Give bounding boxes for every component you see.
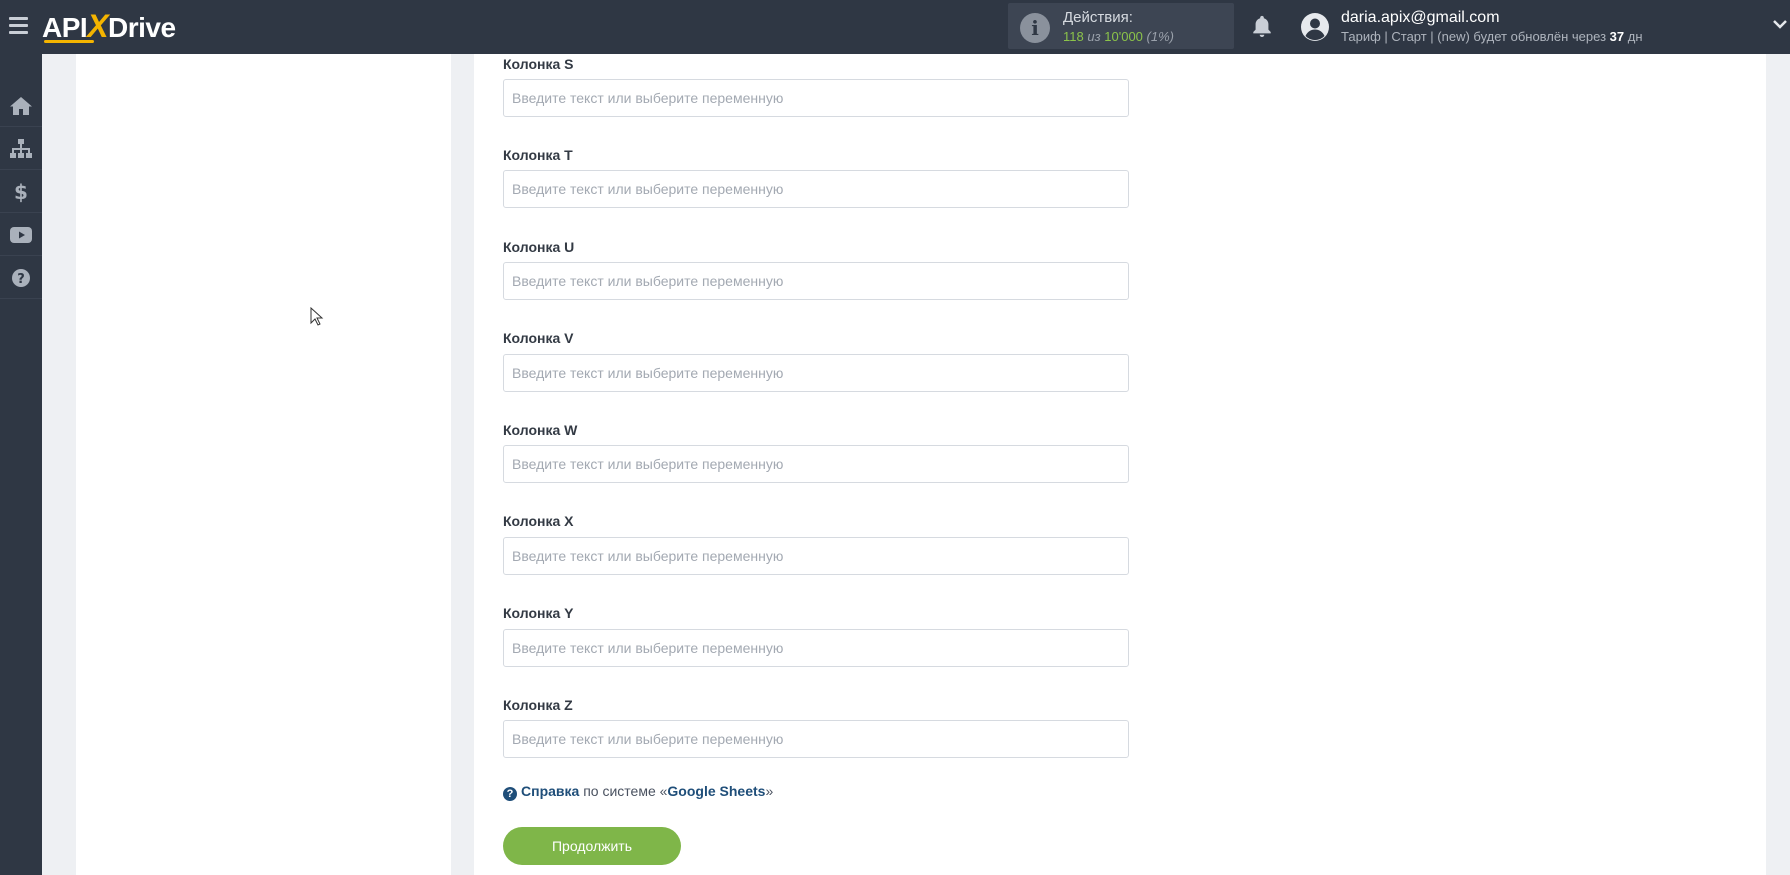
column-t-input[interactable] (503, 170, 1129, 208)
rail-billing[interactable]: $ (0, 172, 42, 213)
column-v-input[interactable] (503, 354, 1129, 392)
field-label-v: Колонка V (503, 330, 574, 346)
dollar-icon: $ (14, 181, 28, 203)
user-avatar-icon[interactable] (1300, 12, 1330, 42)
field-label-z: Колонка Z (503, 697, 573, 713)
continue-button[interactable]: Продолжить (503, 827, 681, 865)
help-system-link[interactable]: Google Sheets (667, 783, 765, 799)
column-y-input[interactable] (503, 629, 1129, 667)
rail-connections[interactable] (0, 129, 42, 170)
field-label-w: Колонка W (503, 422, 578, 438)
top-bar: APIXDrive i Действия: 118 из 10'000 (1%)… (0, 0, 1790, 54)
home-icon (10, 97, 32, 115)
actions-count: 118 из 10'000 (1%) (1063, 29, 1174, 44)
column-s-input[interactable] (503, 79, 1129, 117)
field-label-u: Колонка U (503, 239, 575, 255)
apixdrive-logo[interactable]: APIXDrive (42, 9, 176, 45)
sitemap-icon (10, 139, 32, 158)
menu-icon[interactable] (9, 17, 28, 34)
field-label-t: Колонка T (503, 147, 573, 163)
plan-info: Тариф | Старт | (new) будет обновлён чер… (1341, 29, 1643, 44)
info-icon: i (1020, 13, 1050, 43)
column-u-input[interactable] (503, 262, 1129, 300)
chevron-down-icon[interactable] (1772, 18, 1788, 30)
column-w-input[interactable] (503, 445, 1129, 483)
field-label-x: Колонка X (503, 513, 574, 529)
user-email[interactable]: daria.apix@gmail.com (1341, 9, 1500, 27)
svg-text:$: $ (14, 181, 28, 203)
help-line: ? Справка по системе «Google Sheets» (503, 783, 773, 801)
column-x-input[interactable] (503, 537, 1129, 575)
actions-counter[interactable]: i Действия: 118 из 10'000 (1%) (1008, 3, 1234, 49)
svg-text:?: ? (17, 272, 25, 287)
mouse-cursor-icon (310, 307, 324, 326)
help-link[interactable]: Справка (521, 783, 579, 799)
youtube-icon (10, 227, 32, 243)
bell-icon[interactable] (1251, 14, 1273, 38)
rail-help[interactable]: ? (0, 258, 42, 299)
help-icon: ? (12, 269, 30, 287)
actions-title: Действия: (1063, 9, 1133, 26)
left-panel (76, 54, 451, 875)
rail-video[interactable] (0, 215, 42, 256)
column-z-input[interactable] (503, 720, 1129, 758)
side-rail: $ ? (0, 54, 42, 875)
rail-home[interactable] (0, 86, 42, 127)
field-label-y: Колонка Y (503, 605, 574, 621)
field-label-s: Колонка S (503, 56, 574, 72)
question-icon: ? (503, 787, 517, 801)
